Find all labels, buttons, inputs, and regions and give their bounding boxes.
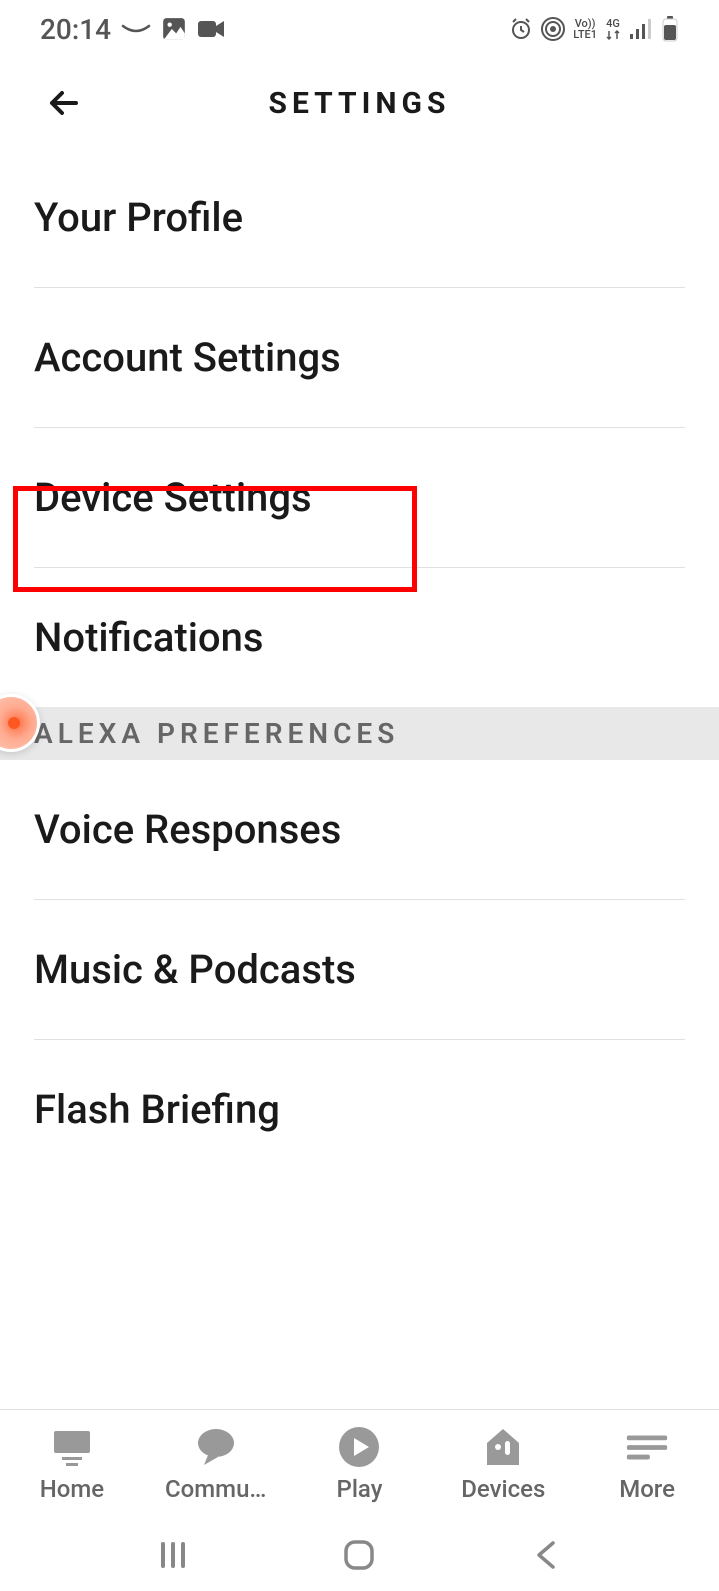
nav-label: Home [40,1475,104,1503]
arrow-left-icon [44,83,84,123]
status-time: 20:14 [40,13,111,46]
battery-icon [661,16,679,42]
home-icon [48,1427,96,1467]
settings-item-label: Your Profile [34,194,243,241]
preferences-list: Voice Responses Music & Podcasts Flash B… [0,760,719,1179]
page-title: SETTINGS [40,86,679,121]
settings-item-account-settings[interactable]: Account Settings [34,288,685,428]
video-icon [197,18,225,40]
status-right: Vo)) LTE1 4G [509,16,679,42]
signal-icon [629,19,653,39]
alarm-icon [509,17,533,41]
more-icon [623,1427,671,1467]
settings-item-flash-briefing[interactable]: Flash Briefing [34,1040,685,1179]
settings-item-device-settings[interactable]: Device Settings [34,428,685,568]
image-icon [161,16,187,42]
settings-item-voice-responses[interactable]: Voice Responses [34,760,685,900]
recent-icon [156,1538,190,1572]
settings-item-music-podcasts[interactable]: Music & Podcasts [34,900,685,1040]
nav-devices[interactable]: Devices [438,1427,568,1503]
settings-item-notifications[interactable]: Notifications [34,568,685,707]
status-bar: 20:14 Vo)) LTE1 4G [0,0,719,58]
settings-item-label: Music & Podcasts [34,946,356,993]
section-title: ALEXA PREFERENCES [34,717,399,750]
nav-more[interactable]: More [582,1427,712,1503]
play-icon [335,1427,383,1467]
app-header: SETTINGS [0,58,719,148]
settings-item-label: Device Settings [34,474,312,521]
nav-label: More [619,1475,675,1503]
settings-item-label: Flash Briefing [34,1086,280,1133]
nav-label: Devices [461,1475,545,1503]
home-button[interactable] [329,1535,389,1575]
settings-list: Your Profile Account Settings Device Set… [0,148,719,707]
home-nav-icon [342,1538,376,1572]
devices-icon [479,1427,527,1467]
volte-icon: Vo)) LTE1 [573,18,597,40]
chevron-left-icon [533,1538,559,1572]
system-nav [0,1519,719,1591]
nav-communicate[interactable]: Commu… [151,1427,281,1503]
status-left: 20:14 [40,13,225,46]
amazon-swoosh-icon [121,22,151,36]
settings-item-label: Notifications [34,614,263,661]
settings-item-label: Voice Responses [34,806,341,853]
nav-home[interactable]: Home [7,1427,137,1503]
hotspot-icon [541,17,565,41]
nav-label: Commu… [165,1475,266,1503]
bottom-nav: Home Commu… Play Devices More [0,1409,719,1519]
settings-item-your-profile[interactable]: Your Profile [34,148,685,288]
recent-apps-button[interactable] [143,1535,203,1575]
nav-play[interactable]: Play [294,1427,424,1503]
back-button[interactable] [40,79,88,127]
nav-label: Play [337,1475,383,1503]
network-4g-icon: 4G [605,18,621,41]
back-nav-button[interactable] [516,1535,576,1575]
settings-item-label: Account Settings [34,334,341,381]
section-header-alexa-preferences: ALEXA PREFERENCES [0,707,719,760]
chat-icon [192,1427,240,1467]
